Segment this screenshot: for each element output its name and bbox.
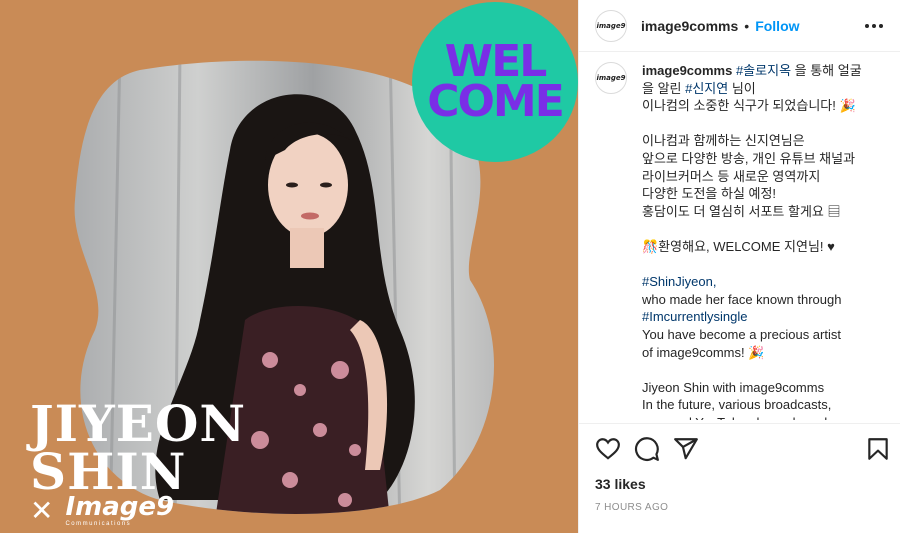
hashtag-link[interactable]: #솔로지옥 [736,63,791,78]
likes-count[interactable]: 33 likes [595,476,646,492]
caption-avatar-text: image9 [596,74,626,82]
welcome-badge: WEL COME [412,2,578,162]
caption-line: 이나컴과 함께하는 신지연님은 [642,132,882,150]
post-timestamp[interactable]: 7 HOURS AGO [595,502,668,513]
caption-line: who made her face known through [642,291,882,309]
caption-line: 라이브커머스 등 새로운 영역까지 [642,168,882,186]
caption-blank-line [642,256,882,274]
post-header: image9 image9comms • Follow [579,0,900,52]
caption-segment: 을 통해 얼굴 [791,63,862,78]
bookmark-icon[interactable] [865,436,891,462]
caption-segment: 이나컴의 소중한 식구가 되었습니다! 🎉 [642,98,856,114]
caption-blank-line [642,115,882,133]
caption-line: 을 알린 #신지연 님이 [642,80,882,98]
hashtag-link[interactable]: #신지연 [685,81,728,96]
comment-icon[interactable] [634,436,660,462]
brand-row: ✕ Image9 Communications [30,494,174,527]
caption-segment: 다양한 도전을 하실 예정! [642,186,777,202]
hashtag-link[interactable]: #ShinJiyeon, [642,274,716,289]
caption-line: image9comms #솔로지옥 을 통해 얼굴 [642,62,882,80]
caption-segment: 앞으로 다양한 방송, 개인 유튜브 채널과 [642,150,856,166]
header-separator: • [744,17,750,34]
collab-x-mark: ✕ [30,494,54,527]
caption-segment: who made her face known through [642,291,842,307]
more-horizontal-icon[interactable] [865,18,887,34]
action-bar [579,423,900,475]
caption-area[interactable]: image9 image9comms #솔로지옥 을 통해 얼굴 을 알린 #신지… [579,52,900,420]
brand-logo: Image9 Communications [65,494,174,527]
caption-line: 앞으로 다양한 방송, 개인 유튜브 채널과 [642,150,882,168]
caption-segment: You have become a precious artist [642,326,841,342]
caption-segment: personal YouTube channels and [642,415,827,420]
caption-segment: of image9comms! 🎉 [642,344,765,360]
caption-text: image9comms #솔로지옥 을 통해 얼굴 을 알린 #신지연 님이 이나컴… [642,62,882,420]
caption-line: You have become a precious artist [642,326,882,344]
caption-line: 🎊환영해요, WELCOME 지연님! ♥ [642,238,882,256]
artist-name-line-1: JIYEON [30,394,247,453]
caption-line: 이나컴의 소중한 식구가 되었습니다! 🎉 [642,97,882,115]
caption-line: Jiyeon Shin with image9comms [642,379,882,397]
hashtag-link[interactable]: #Imcurrentlysingle [642,309,748,324]
artist-name: JIYEON SHIN [30,394,247,501]
caption-line: #Imcurrentlysingle [642,308,882,326]
caption-line: In the future, various broadcasts, [642,396,882,414]
avatar-logo-text: image9 [596,21,626,30]
caption-segment: 홍담이도 더 열심히 서포트 할게요 ▤ [642,203,841,219]
share-icon[interactable] [673,436,699,462]
caption-segment: 님이 [728,80,756,96]
avatar[interactable]: image9 [595,9,627,42]
caption-blank-line [642,361,882,379]
caption-blank-line [642,220,882,238]
follow-button[interactable]: Follow [755,18,799,34]
caption-segment: 을 알린 [642,80,686,96]
caption-segment: In the future, various broadcasts, [642,397,832,413]
header-username[interactable]: image9comms [641,18,738,34]
caption-segment: 🎊환영해요, WELCOME 지연님! ♥ [642,238,835,254]
caption-line: 다양한 도전을 하실 예정! [642,185,882,203]
caption-username[interactable]: image9comms [642,63,732,78]
welcome-line-2: COME [427,76,565,127]
caption-line: #ShinJiyeon, [642,273,882,291]
caption-line: 홍담이도 더 열심히 서포트 할게요 ▤ [642,203,882,221]
heart-icon[interactable] [595,436,621,462]
caption-segment: Jiyeon Shin with image9comms [642,379,825,395]
caption-segment: 라이브커머스 등 새로운 영역까지 [642,168,821,184]
post-image[interactable]: WEL COME JIYEON SHIN ✕ Image9 Communicat… [0,0,578,533]
caption-line: of image9comms! 🎉 [642,344,882,362]
brand-logo-sub: Communications [65,521,132,527]
post-sidebar: image9 image9comms • Follow image9 image… [578,0,900,533]
brand-logo-name: Image9 [65,492,175,522]
caption-segment: 이나컴과 함께하는 신지연님은 [642,133,805,149]
artist-name-line-2: SHIN [30,441,187,501]
caption-line: personal YouTube channels and [642,414,882,420]
caption-avatar[interactable]: image9 [595,62,627,94]
